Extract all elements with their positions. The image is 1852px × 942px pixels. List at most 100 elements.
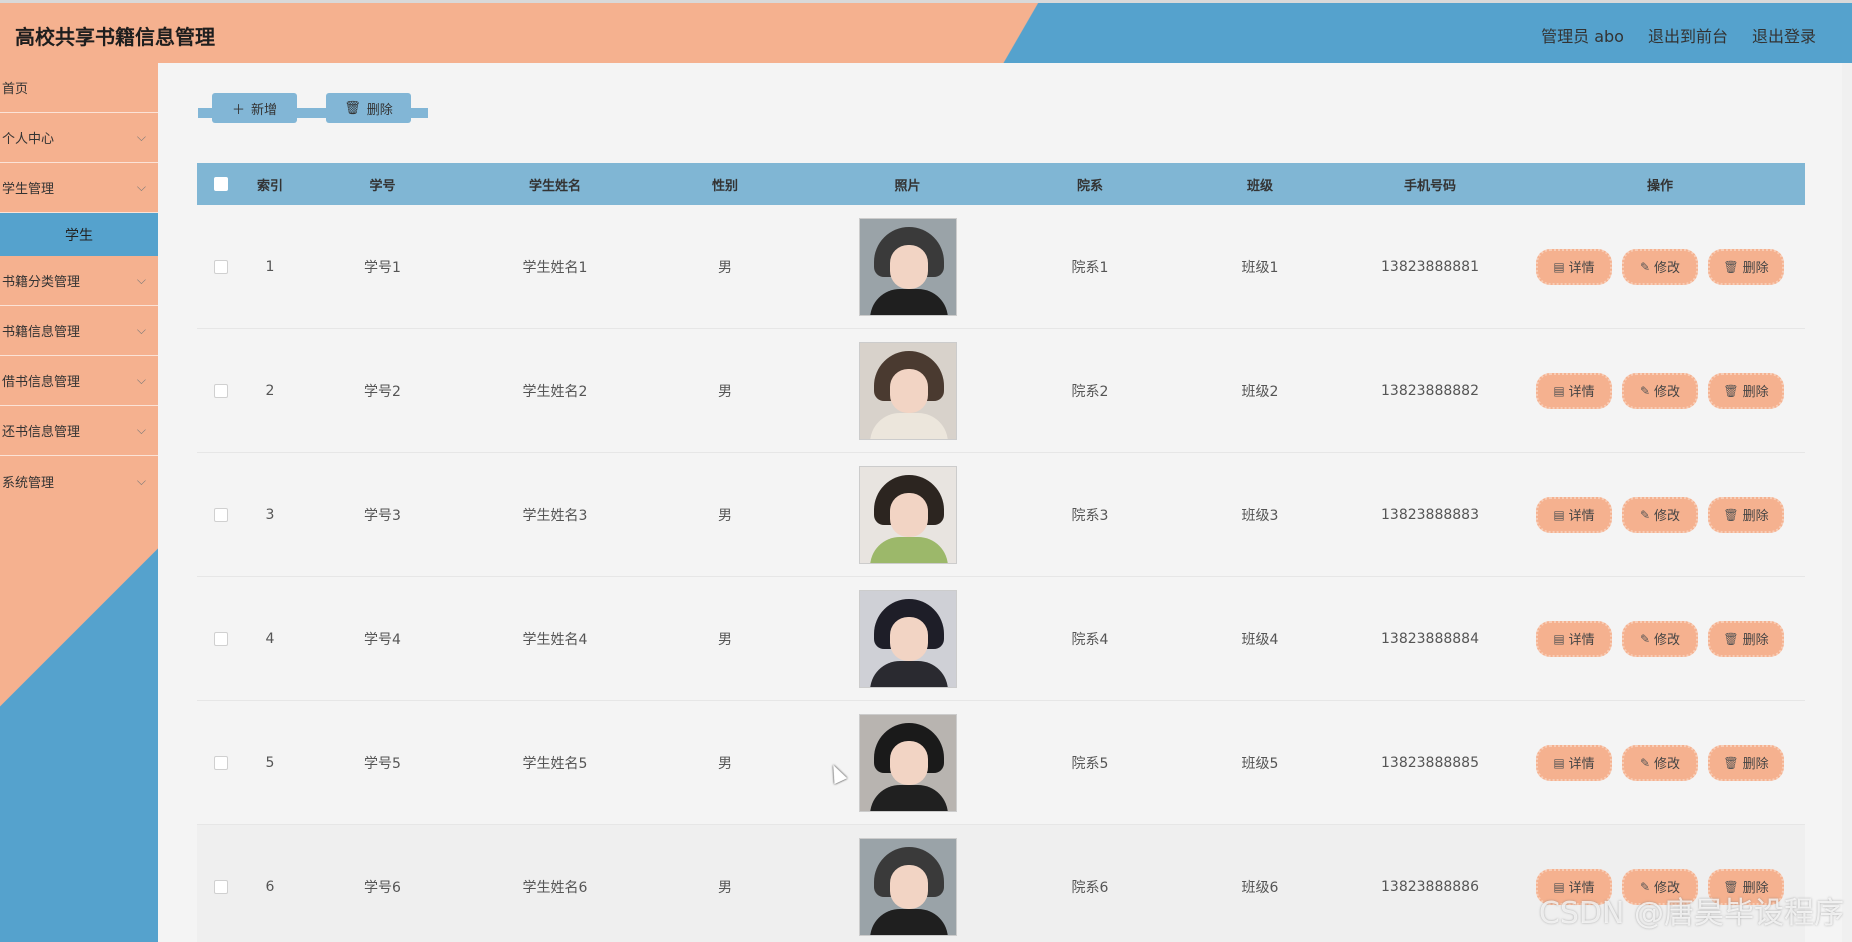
row-checkbox[interactable] [214, 383, 228, 398]
cell-department: 院系2 [1071, 383, 1109, 400]
sidebar-item-label: 个人中心 [2, 132, 55, 147]
edit-button[interactable]: ✎ 修改 [1622, 744, 1698, 781]
detail-button[interactable]: ▤ 详情 [1536, 620, 1612, 657]
detail-button[interactable]: ▤ 详情 [1536, 248, 1612, 285]
edit-button[interactable]: ✎ 修改 [1622, 248, 1698, 285]
row-checkbox[interactable] [214, 507, 228, 522]
table-row: 4 学号4 学生姓名4 男 院系4 班级4 13823888884 ▤ 详情 ✎ 修… [197, 577, 1805, 701]
delete-button[interactable]: 🗑 删除 [1708, 620, 1784, 657]
sidebar-subitem-student[interactable]: 学生 [0, 213, 158, 256]
trash-icon: 🗑 [1723, 507, 1739, 522]
cell-phone: 13823888883 [1381, 506, 1479, 523]
chevron-down-icon: ⌵ [136, 273, 146, 287]
pencil-icon: ✎ [1639, 507, 1651, 522]
cell-index: 1 [265, 258, 275, 275]
exit-to-front-link[interactable]: 退出到前台 [1648, 23, 1728, 47]
cell-gender: 男 [718, 259, 732, 276]
cell-department: 院系3 [1071, 507, 1109, 524]
cell-class: 班级1 [1241, 259, 1279, 276]
sidebar-item-borrow-info[interactable]: 借书信息管理 ⌵ [0, 356, 158, 406]
add-button[interactable]: ＋ 新增 [212, 93, 297, 123]
header-actions: 操作 [1646, 178, 1673, 194]
document-icon: ▤ [1553, 383, 1565, 398]
sidebar-item-personal[interactable]: 个人中心 ⌵ [0, 113, 158, 163]
row-actions: ▤ 详情 ✎ 修改 🗑 删除 [1515, 744, 1805, 781]
sidebar-item-home[interactable]: 首页 [0, 63, 158, 113]
table-row: 2 学号2 学生姓名2 男 院系2 班级2 13823888882 ▤ 详情 ✎ 修… [197, 329, 1805, 453]
cell-gender: 男 [718, 631, 732, 648]
row-checkbox[interactable] [214, 879, 228, 894]
edit-label: 修改 [1654, 757, 1681, 772]
cell-class: 班级5 [1241, 755, 1279, 772]
detail-button[interactable]: ▤ 详情 [1536, 496, 1612, 533]
plus-icon: ＋ [231, 102, 245, 118]
delete-label: 删除 [1742, 757, 1769, 772]
document-icon: ▤ [1553, 631, 1565, 646]
batch-delete-button[interactable]: 🗑 删除 [326, 93, 411, 123]
add-button-label: 新增 [251, 102, 278, 118]
row-checkbox[interactable] [214, 631, 228, 646]
cell-class: 班级4 [1241, 631, 1279, 648]
select-all-checkbox[interactable] [214, 177, 228, 191]
edit-button[interactable]: ✎ 修改 [1622, 496, 1698, 533]
detail-button[interactable]: ▤ 详情 [1536, 372, 1612, 409]
header-links: 管理员 abo 退出到前台 退出登录 [1541, 23, 1816, 47]
sidebar-item-book-category[interactable]: 书籍分类管理 ⌵ [0, 256, 158, 306]
delete-button[interactable]: 🗑 删除 [1708, 744, 1784, 781]
delete-button[interactable]: 🗑 删除 [1708, 496, 1784, 533]
row-checkbox[interactable] [214, 755, 228, 770]
sidebar-item-return-info[interactable]: 还书信息管理 ⌵ [0, 406, 158, 456]
cell-index: 4 [265, 630, 275, 647]
delete-button[interactable]: 🗑 删除 [1708, 248, 1784, 285]
sidebar-item-student-mgmt[interactable]: 学生管理 ⌵ [0, 163, 158, 213]
row-actions: ▤ 详情 ✎ 修改 🗑 删除 [1515, 620, 1805, 657]
button-decoration [410, 108, 428, 118]
edit-label: 修改 [1654, 633, 1681, 648]
delete-button[interactable]: 🗑 删除 [1708, 372, 1784, 409]
header-student-name: 学生姓名 [528, 178, 581, 194]
student-photo [858, 341, 957, 440]
cell-index: 3 [265, 506, 275, 523]
trash-icon: 🗑 [1723, 755, 1739, 770]
cell-phone: 13823888881 [1381, 258, 1479, 275]
vertical-scrollbar[interactable] [1842, 63, 1852, 942]
cell-student-no: 学号5 [364, 755, 401, 772]
document-icon: ▤ [1553, 755, 1565, 770]
cell-student-no: 学号3 [364, 507, 401, 524]
cell-department: 院系5 [1071, 755, 1109, 772]
document-icon: ▤ [1553, 259, 1565, 274]
cell-student-name: 学生姓名5 [522, 755, 588, 772]
cell-student-no: 学号2 [364, 383, 401, 400]
edit-button[interactable]: ✎ 修改 [1622, 372, 1698, 409]
cell-student-name: 学生姓名3 [522, 507, 588, 524]
trash-icon: 🗑 [1723, 259, 1739, 274]
edit-label: 修改 [1654, 261, 1681, 276]
cell-student-name: 学生姓名4 [522, 631, 588, 648]
chevron-down-icon: ⌵ [136, 323, 146, 337]
table-row: 5 学号5 学生姓名5 男 院系5 班级5 13823888885 ▤ 详情 ✎ 修… [197, 701, 1805, 825]
pencil-icon: ✎ [1639, 383, 1651, 398]
row-actions: ▤ 详情 ✎ 修改 🗑 删除 [1515, 248, 1805, 285]
cell-student-no: 学号6 [364, 879, 401, 896]
sidebar-item-system[interactable]: 系统管理 ⌵ [0, 456, 158, 506]
row-checkbox[interactable] [214, 259, 228, 274]
app-header: 高校共享书籍信息管理 管理员 abo 退出到前台 退出登录 [0, 0, 1852, 63]
table-row: 3 学号3 学生姓名3 男 院系3 班级3 13823888883 ▤ 详情 ✎ 修… [197, 453, 1805, 577]
sidebar-item-label: 借书信息管理 [2, 375, 81, 390]
cell-gender: 男 [718, 755, 732, 772]
detail-button[interactable]: ▤ 详情 [1536, 744, 1612, 781]
chevron-down-icon: ⌵ [136, 180, 146, 194]
current-user-label: 管理员 abo [1541, 27, 1624, 46]
header-phone: 手机号码 [1403, 178, 1456, 194]
cell-index: 2 [265, 382, 275, 399]
cell-department: 院系4 [1071, 631, 1109, 648]
header-student-no: 学号 [369, 178, 396, 194]
sidebar-item-book-info[interactable]: 书籍信息管理 ⌵ [0, 306, 158, 356]
student-table: 索引 学号 学生姓名 性别 照片 院系 班级 手机号码 操作 1 学号1 学生姓… [197, 163, 1805, 942]
edit-label: 修改 [1654, 385, 1681, 400]
delete-label: 删除 [1742, 385, 1769, 400]
sidebar-item-label: 书籍信息管理 [2, 325, 81, 340]
header-department: 院系 [1076, 178, 1103, 194]
logout-link[interactable]: 退出登录 [1752, 23, 1816, 47]
edit-button[interactable]: ✎ 修改 [1622, 620, 1698, 657]
